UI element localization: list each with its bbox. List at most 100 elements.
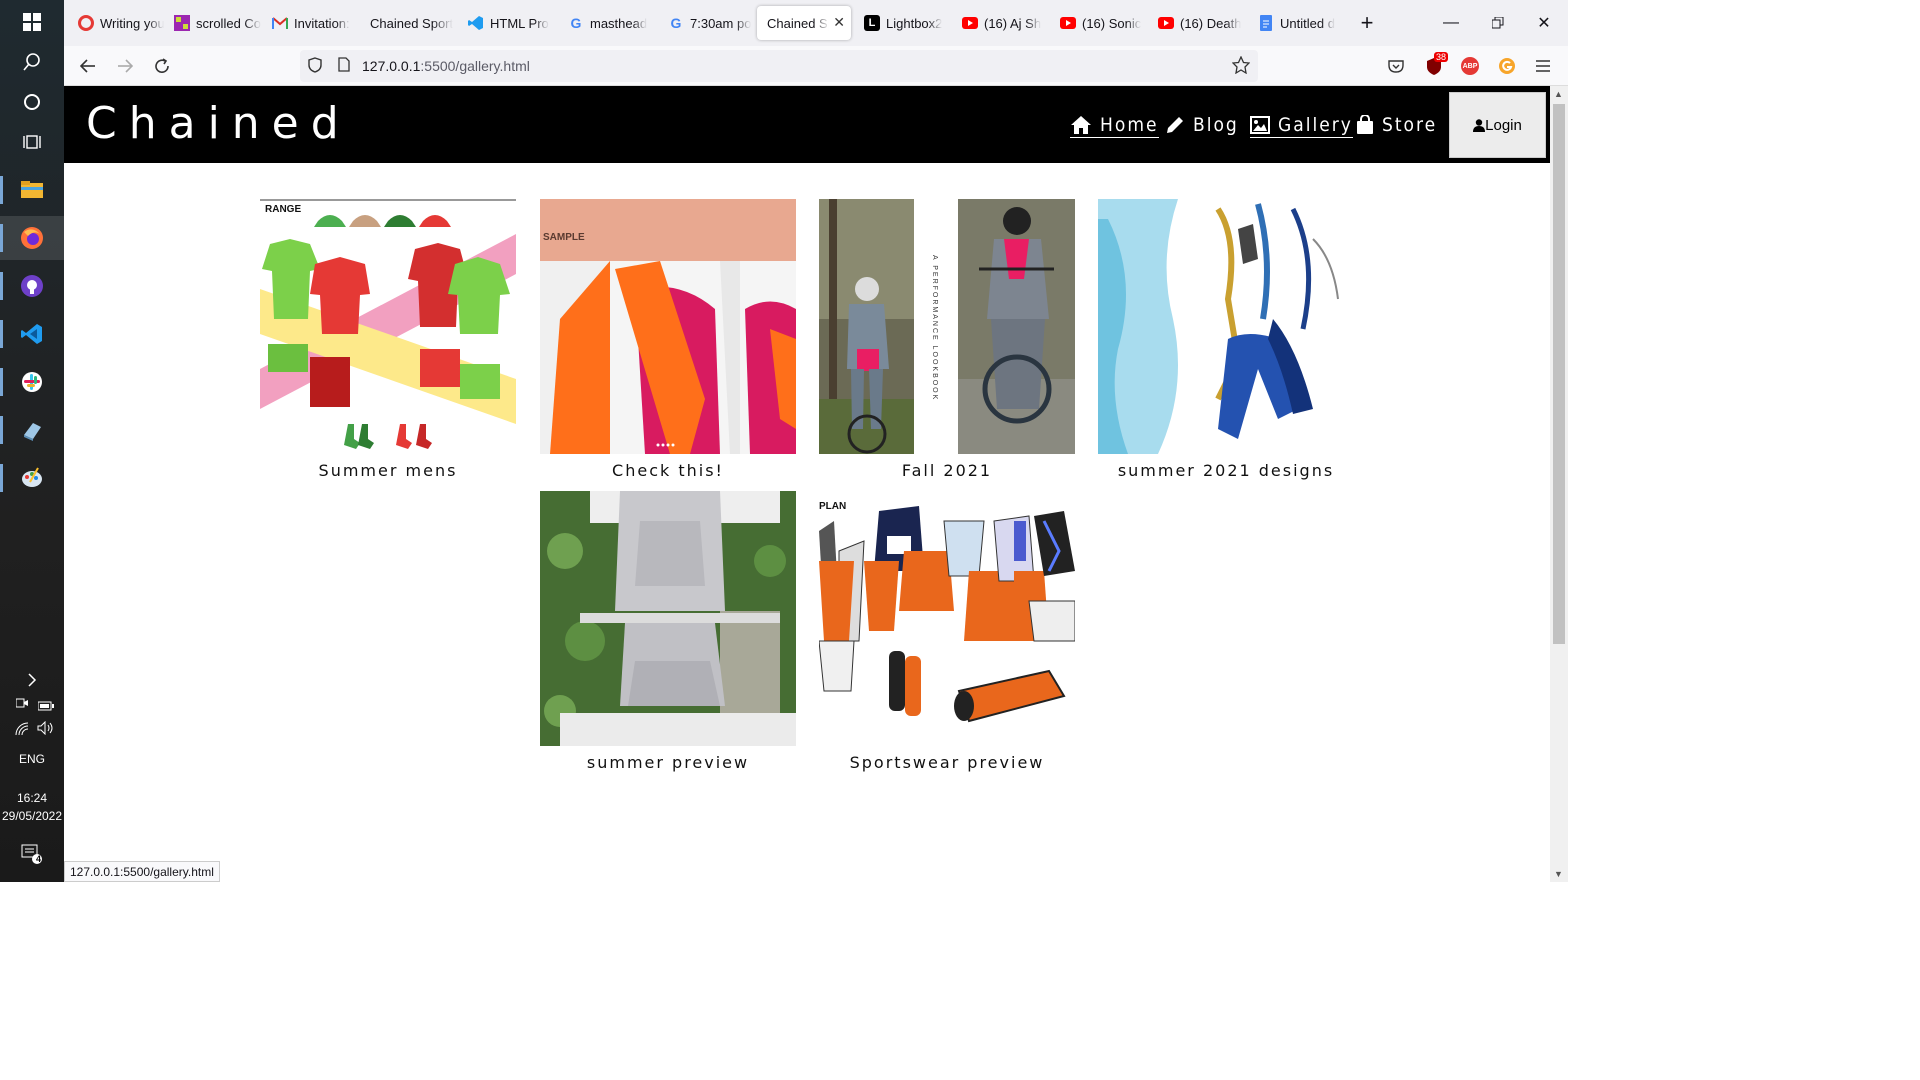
image-icon [1250, 115, 1270, 134]
search-icon [23, 53, 40, 71]
cortana-button[interactable] [0, 80, 64, 124]
browser-tab[interactable]: G masthead [558, 6, 656, 40]
youtube-icon [962, 15, 978, 31]
link-status-bar: 127.0.0.1:5500/gallery.html [64, 861, 220, 882]
wifi-icon[interactable] [15, 722, 29, 736]
firefox-button[interactable] [0, 216, 64, 260]
back-button[interactable] [74, 52, 102, 80]
reload-button[interactable] [148, 52, 176, 80]
gallery-item[interactable]: RANGE Summer mens [260, 199, 516, 480]
new-tab-button[interactable]: + [1344, 0, 1390, 46]
github-desktop-button[interactable] [0, 264, 64, 308]
docs-icon [1258, 15, 1274, 31]
restore-button[interactable] [1475, 0, 1521, 46]
youtube-icon [1158, 15, 1174, 31]
pencil-icon [1167, 117, 1183, 133]
tab-title: scrolled Co [196, 15, 262, 31]
browser-tab[interactable]: Untitled d [1248, 6, 1346, 40]
gallery-image-summer-preview[interactable] [540, 491, 796, 746]
forward-button[interactable] [111, 52, 139, 80]
gallery-caption: Summer mens [318, 461, 458, 480]
github-icon [21, 275, 43, 297]
arrow-left-icon [80, 59, 95, 73]
minimize-button[interactable]: — [1428, 0, 1474, 46]
adblock-plus-button[interactable]: ABP [1456, 52, 1484, 80]
show-hidden-icons-button[interactable] [0, 658, 64, 702]
browser-tab[interactable]: Invitation: [262, 6, 360, 40]
meet-now-icon[interactable] [15, 696, 28, 708]
language-indicator[interactable]: ENG [0, 752, 64, 766]
browser-tab[interactable]: L Lightbox2 [854, 6, 952, 40]
browser-tab[interactable]: (16) Aj Sh [952, 6, 1050, 40]
tab-title: Writing your [100, 15, 164, 31]
gallery-item[interactable]: SAMPLE Check this! [540, 199, 796, 480]
search-button[interactable] [0, 40, 64, 84]
browser-tab[interactable]: (16) Death [1148, 6, 1246, 40]
nav-store[interactable]: Store [1356, 112, 1437, 138]
grammarly-button[interactable] [1493, 52, 1521, 80]
image-text: SAMPLE [543, 232, 585, 243]
folder-icon [21, 181, 43, 198]
browser-tab-active[interactable]: Chained Sp ✕ [757, 6, 851, 40]
task-view-button[interactable] [0, 120, 64, 164]
file-explorer-button[interactable] [0, 168, 64, 212]
login-button[interactable]: Login [1449, 92, 1546, 158]
browser-tab[interactable]: Chained Sport [360, 6, 456, 40]
nav-blog[interactable]: Blog [1165, 112, 1239, 138]
gallery-item[interactable]: summer 2021 designs [1098, 199, 1354, 480]
hamburger-icon [1536, 60, 1550, 72]
action-center-button[interactable]: 4 [0, 832, 64, 876]
nav-gallery[interactable]: Gallery [1250, 112, 1353, 138]
start-button[interactable] [0, 0, 64, 44]
scrollbar-thumb[interactable] [1553, 104, 1565, 644]
app-button[interactable] [0, 408, 64, 452]
scroll-down-icon[interactable]: ▼ [1554, 869, 1563, 879]
gallery-image-fall-2021[interactable]: A PERFORMANCE LOOKBOOK [819, 199, 1075, 454]
tab-title: (16) Death [1180, 15, 1242, 31]
vertical-scrollbar[interactable]: ▲ ▼ [1550, 86, 1568, 882]
image-text: PLAN [819, 501, 847, 512]
ublock-button[interactable]: 38 [1420, 52, 1448, 80]
gallery-caption: summer 2021 designs [1117, 461, 1335, 480]
volume-icon[interactable] [37, 720, 55, 736]
gallery-image-summer-2021-designs[interactable] [1098, 199, 1354, 454]
slack-button[interactable] [0, 360, 64, 404]
task-view-icon [23, 135, 41, 149]
close-tab-icon[interactable]: ✕ [833, 14, 845, 31]
site-logo[interactable]: Chained [86, 98, 351, 149]
nav-gallery-label: Gallery [1278, 113, 1353, 136]
browser-tab[interactable]: (16) Sonic [1050, 6, 1148, 40]
vscode-button[interactable] [0, 312, 64, 356]
scroll-up-icon[interactable]: ▲ [1554, 89, 1563, 99]
browser-tab[interactable]: Writing your [68, 6, 164, 40]
tab-title: (16) Aj Sh [984, 15, 1042, 31]
paint-button[interactable] [0, 456, 64, 500]
tab-title: HTML Pro [490, 15, 549, 31]
clock-date[interactable]: 29/05/2022 [0, 809, 64, 823]
gallery-caption: Check this! [612, 461, 724, 480]
url-bar[interactable]: 127.0.0.1:5500/gallery.html [300, 50, 1258, 82]
bookmark-star-icon[interactable] [1231, 55, 1251, 77]
gallery-image-summer-mens[interactable]: RANGE [260, 199, 516, 454]
pocket-button[interactable] [1382, 52, 1410, 80]
image-text: RANGE [265, 204, 302, 215]
gallery-image-check-this[interactable]: SAMPLE [540, 199, 796, 454]
gallery-image-sportswear-preview[interactable]: PLAN [819, 491, 1075, 746]
battery-icon[interactable] [37, 698, 54, 711]
menu-button[interactable] [1529, 52, 1557, 80]
close-window-button[interactable]: ✕ [1521, 0, 1567, 46]
lightbox-icon: L [864, 15, 880, 31]
browser-tab[interactable]: scrolled Co [164, 6, 262, 40]
gallery-item[interactable]: PLAN Sportswear preview [819, 491, 1075, 772]
vscode-icon [21, 324, 42, 344]
page-icon[interactable] [338, 57, 358, 75]
browser-tab[interactable]: G 7:30am po [658, 6, 754, 40]
image-text: A PERFORMANCE LOOKBOOK [931, 255, 938, 402]
clock-time[interactable]: 16:24 [0, 791, 64, 805]
gallery-item[interactable]: summer preview [540, 491, 796, 772]
windows-taskbar: ENG 16:24 29/05/2022 4 [0, 0, 64, 882]
nav-home[interactable]: Home [1070, 112, 1159, 138]
browser-tab[interactable]: HTML Pro [458, 6, 556, 40]
shield-icon[interactable] [308, 56, 328, 76]
gallery-item[interactable]: A PERFORMANCE LOOKBOOK Fall 2021 [819, 199, 1075, 480]
